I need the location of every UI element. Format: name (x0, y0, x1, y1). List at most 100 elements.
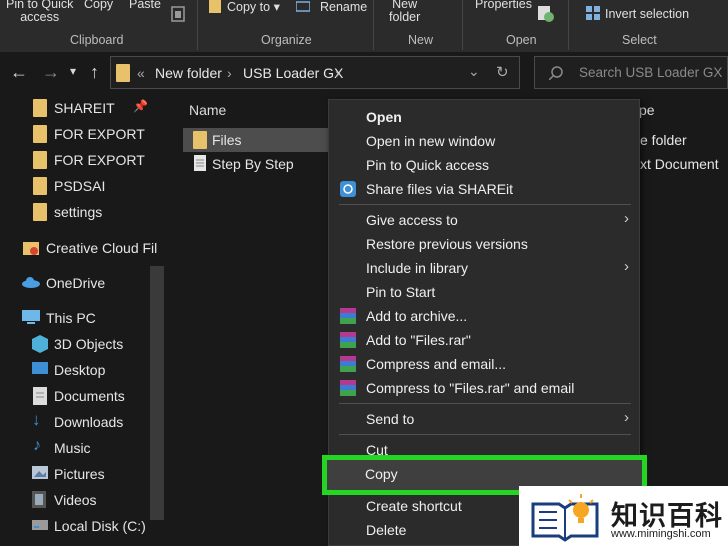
copy-ribbon-button[interactable]: Copy (84, 0, 113, 11)
nav-item-psdsai[interactable]: PSDSAI (0, 174, 150, 198)
open-group-label: Open (506, 33, 537, 47)
menu-item-restore-versions[interactable]: Restore previous versions (329, 232, 639, 256)
nav-item-settings[interactable]: settings (0, 200, 150, 224)
search-icon (549, 66, 563, 80)
up-arrow-icon[interactable]: ↑ (90, 62, 99, 83)
nav-item-for-export[interactable]: FOR EXPORT (0, 122, 150, 146)
nav-item-label: 3D Objects (54, 336, 124, 352)
nav-item-label: settings (54, 204, 103, 220)
winrar-icon (340, 380, 356, 396)
rename-button[interactable]: Rename (320, 1, 367, 14)
nav-item-label: Local Disk (C:) (54, 518, 146, 534)
menu-item-give-access[interactable]: Give access to › (329, 208, 639, 232)
nav-item-creative-cloud[interactable]: Creative Cloud Fil (0, 236, 157, 260)
menu-item-compress-rar-email[interactable]: Compress to "Files.rar" and email (329, 376, 639, 400)
nav-item-label: This PC (46, 310, 96, 326)
pictures-icon (32, 466, 48, 479)
folder-icon (33, 203, 47, 221)
nav-pane-scrollbar[interactable] (150, 266, 164, 520)
winrar-icon (340, 332, 356, 348)
rename-icon (296, 1, 310, 12)
back-arrow-icon[interactable]: ← (10, 62, 28, 83)
submenu-arrow-icon: › (624, 258, 629, 275)
menu-item-include-library[interactable]: Include in library › (329, 256, 639, 280)
new-group-label: New (408, 33, 434, 47)
documents-icon (33, 387, 47, 405)
select-group-label: Select (622, 33, 657, 47)
text-document-icon (194, 155, 206, 171)
menu-item-add-rar[interactable]: Add to "Files.rar" (329, 328, 639, 352)
column-header-type[interactable]: pe (639, 102, 655, 118)
nav-item-videos[interactable]: Videos (0, 488, 150, 512)
properties-button[interactable]: Properties (475, 0, 532, 11)
copy-to-icon (209, 0, 221, 13)
menu-separator (339, 204, 631, 205)
navigation-pane: SHAREIT 📌 FOR EXPORT FOR EXPORT PSDSAI s… (0, 92, 165, 546)
disk-icon (32, 520, 48, 530)
video-icon (32, 491, 46, 508)
pin-to-quick-access-button[interactable]: Pin to Quick access (6, 0, 73, 24)
nav-item-3d-objects[interactable]: 3D Objects (0, 332, 150, 356)
menu-item-pin-start[interactable]: Pin to Start (329, 280, 639, 304)
nav-item-label: PSDSAI (54, 178, 106, 194)
menu-item-open-new-window[interactable]: Open in new window (329, 129, 639, 153)
nav-item-local-disk[interactable]: Local Disk (C:) (0, 514, 150, 538)
breadcrumb-overflow[interactable]: « (137, 65, 145, 81)
nav-item-pictures[interactable]: Pictures (0, 462, 150, 486)
pin-icon: 📌 (133, 99, 148, 113)
paste-icon (171, 6, 185, 22)
organize-group-label: Organize (261, 33, 312, 47)
nav-item-onedrive[interactable]: OneDrive (0, 271, 150, 295)
nav-item-this-pc[interactable]: This PC (0, 306, 150, 330)
nav-item-label: SHAREIT (54, 100, 115, 116)
recent-locations-chevron-icon[interactable]: ▾ (70, 64, 76, 78)
computer-icon (22, 310, 40, 324)
book-lightbulb-logo-icon (531, 494, 599, 542)
column-header-name[interactable]: Name (189, 102, 226, 118)
paste-button[interactable]: Paste (129, 0, 161, 11)
copy-to-button[interactable]: Copy to ▾ (227, 1, 280, 14)
refresh-icon[interactable]: ↻ (496, 63, 509, 81)
menu-item-open[interactable]: Open (329, 105, 639, 129)
menu-item-send-to[interactable]: Send to › (329, 407, 639, 431)
nav-item-label: FOR EXPORT (54, 126, 145, 142)
new-folder-button[interactable]: New folder (389, 0, 420, 24)
properties-icon (538, 6, 554, 22)
nav-item-label: Desktop (54, 362, 106, 378)
desktop-icon (32, 362, 48, 374)
folder-icon (193, 131, 207, 149)
nav-item-desktop[interactable]: Desktop (0, 358, 150, 382)
address-bar[interactable]: « New folder › USB Loader GX › ⌄ ↻ (110, 56, 520, 89)
breadcrumb-separator: › (227, 65, 232, 81)
menu-item-pin-quick-access[interactable]: Pin to Quick access (329, 153, 639, 177)
menu-item-compress-email[interactable]: Compress and email... (329, 352, 639, 376)
nav-item-label: Documents (54, 388, 125, 404)
breadcrumb-usb-loader-gx[interactable]: USB Loader GX (243, 65, 343, 81)
nav-item-shareit[interactable]: SHAREIT 📌 (0, 96, 150, 120)
breadcrumb-separator: › (335, 65, 340, 81)
nav-item-label: Creative Cloud Fil (46, 240, 158, 256)
creative-cloud-icon (23, 242, 39, 255)
address-dropdown-icon[interactable]: ⌄ (468, 63, 480, 80)
download-icon: ↓ (32, 410, 41, 429)
invert-selection-icon (586, 6, 600, 20)
nav-item-downloads[interactable]: ↓ Downloads (0, 410, 150, 434)
folder-icon (33, 99, 47, 117)
menu-item-add-archive[interactable]: Add to archive... (329, 304, 639, 328)
search-input[interactable]: Search USB Loader GX (534, 56, 728, 89)
nav-item-for-export[interactable]: FOR EXPORT (0, 148, 150, 172)
menu-separator (339, 403, 631, 404)
winrar-icon (340, 308, 356, 324)
cube-icon (32, 335, 48, 353)
file-type-step-by-step: xt Document (640, 156, 719, 172)
shareit-icon (340, 181, 356, 197)
file-row-files[interactable]: Files (183, 128, 333, 152)
nav-item-documents[interactable]: Documents (0, 384, 150, 408)
breadcrumb-new-folder[interactable]: New folder (155, 65, 222, 81)
invert-selection-button[interactable]: Invert selection (605, 8, 689, 21)
file-name: Files (212, 132, 242, 148)
menu-item-share-shareit[interactable]: Share files via SHAREit (329, 177, 639, 201)
music-icon: ♪ (33, 437, 41, 454)
nav-item-music[interactable]: ♪ Music (0, 436, 150, 460)
forward-arrow-icon[interactable]: → (42, 62, 60, 83)
